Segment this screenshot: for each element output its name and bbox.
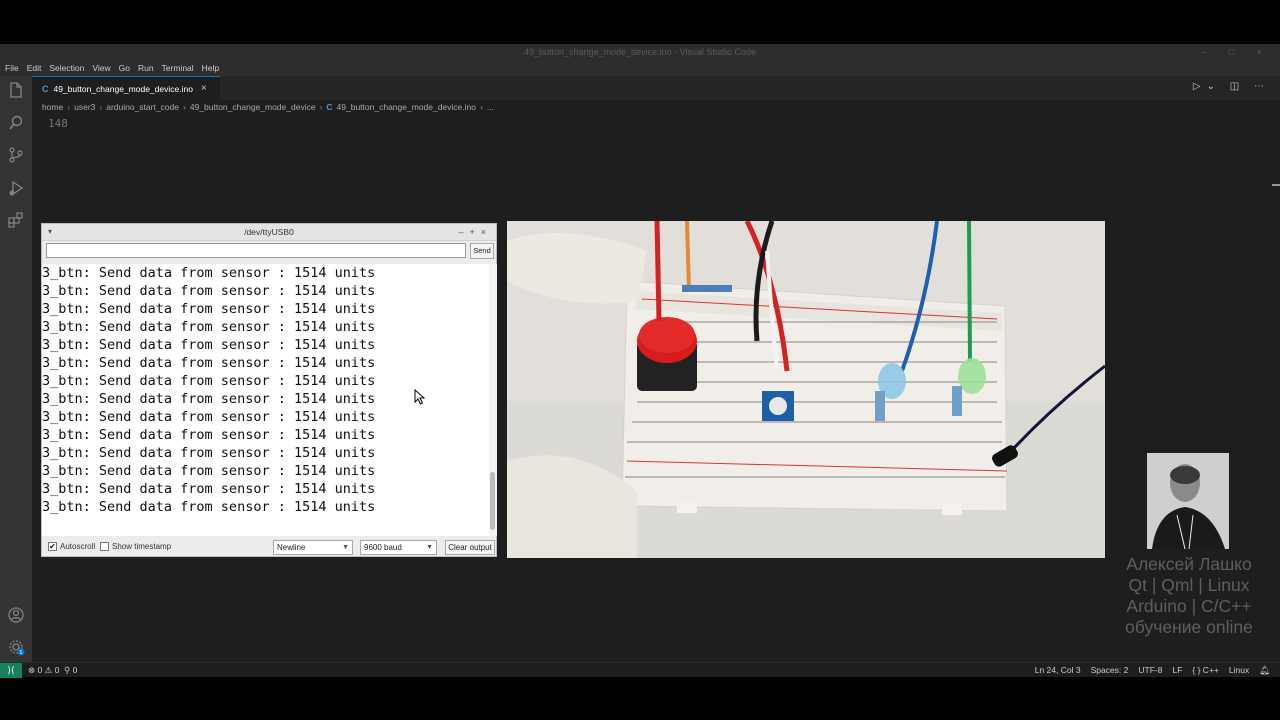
baud-rate-select[interactable]: 9600 baud ▼ xyxy=(360,540,437,555)
serial-output-line: 3_btn: Send data from sensor : 1514 unit… xyxy=(42,445,376,461)
editor-scrollbar[interactable] xyxy=(1272,184,1280,186)
brand-line-2: Qt | Qml | Linux xyxy=(1128,575,1250,595)
remote-icon[interactable]: ⟩⟨ xyxy=(0,663,22,678)
webcam-portrait xyxy=(1147,453,1229,549)
autoscroll-checkbox[interactable]: ✔ Autoscroll xyxy=(48,542,95,551)
indentation[interactable]: Spaces: 2 xyxy=(1091,665,1129,676)
bell-icon[interactable]: 🔔︎ xyxy=(1259,665,1270,676)
breadcrumb-file[interactable]: 49_button_change_mode_device.ino xyxy=(337,102,476,112)
menu-selection[interactable]: Selection xyxy=(49,63,84,73)
brand-line-3: Arduino | C/C++ xyxy=(1126,596,1252,616)
language-mode[interactable]: { } C++ xyxy=(1192,665,1218,676)
serial-output-line: 3_btn: Send data from sensor : 1514 unit… xyxy=(42,499,376,515)
send-button[interactable]: Send xyxy=(470,243,494,259)
serial-output-line: 3_btn: Send data from sensor : 1514 unit… xyxy=(42,319,376,335)
breadcrumb-arduino-start-code[interactable]: arduino_start_code xyxy=(106,102,179,112)
menu-run[interactable]: Run xyxy=(138,63,154,73)
serial-send-input[interactable] xyxy=(46,243,466,258)
extensions-icon[interactable] xyxy=(7,211,25,229)
serial-bottom-bar: ✔ Autoscroll Show timestamp Newline ▼ 96… xyxy=(42,537,496,557)
breadcrumb: home › user3 › arduino_start_code › 49_butt… xyxy=(42,102,494,112)
menu-go[interactable]: Go xyxy=(119,63,130,73)
breadcrumb-user3[interactable]: user3 xyxy=(74,102,95,112)
cpp-file-icon: C xyxy=(42,83,49,94)
tabs-bar: C 49_button_change_mode_device.ino × ▷⌄ … xyxy=(32,76,1280,100)
breadcrumb-ellipsis[interactable]: ... xyxy=(487,102,494,112)
autoscroll-label: Autoscroll xyxy=(60,542,96,551)
explorer-icon[interactable] xyxy=(7,81,25,99)
line-ending-select[interactable]: Newline ▼ xyxy=(273,540,353,555)
serial-title-bar: ▾ /dev/ttyUSB0 –+× xyxy=(42,224,496,241)
line-number: 148 xyxy=(48,117,68,130)
output-scrollbar[interactable] xyxy=(489,264,497,536)
serial-output-line: 3_btn: Send data from sensor : 1514 unit… xyxy=(42,265,376,281)
menu-edit[interactable]: Edit xyxy=(27,63,42,73)
serial-output-line: 3_btn: Send data from sensor : 1514 unit… xyxy=(42,481,376,497)
ports-count: 0 xyxy=(72,665,78,675)
baud-rate-value: 9600 baud xyxy=(364,543,402,552)
serial-window-controls[interactable]: –+× xyxy=(458,224,492,240)
menu-file[interactable]: File xyxy=(5,63,19,73)
serial-output-line: 3_btn: Send data from sensor : 1514 unit… xyxy=(42,463,376,479)
search-icon[interactable] xyxy=(7,114,25,132)
window-controls[interactable]: – □ × xyxy=(1201,44,1272,60)
serial-output-line: 3_btn: Send data from sensor : 1514 unit… xyxy=(42,373,376,389)
status-bar: ⟩⟨ ⊗ 0 ⚠ 0 ⚲ 0 Ln 24, Col 3 Spaces: 2 UT… xyxy=(0,662,1280,678)
serial-output-line: 3_btn: Send data from sensor : 1514 unit… xyxy=(42,301,376,317)
settings-gear-icon[interactable]: 1 xyxy=(7,638,25,656)
account-icon[interactable] xyxy=(7,606,25,624)
scrollbar-thumb[interactable] xyxy=(490,472,495,530)
clear-output-button[interactable]: Clear output xyxy=(445,540,495,555)
breadcrumb-home[interactable]: home xyxy=(42,102,63,112)
errors-count: 0 xyxy=(37,665,43,675)
problems-indicator[interactable]: ⊗ 0 ⚠ 0 ⚲ 0 xyxy=(28,665,77,676)
window-title: 49_button_change_mode_device.ino - Visua… xyxy=(523,47,756,57)
breadboard-photo xyxy=(507,221,1105,558)
timestamp-check-icon xyxy=(100,542,109,551)
status-right: Ln 24, Col 3 Spaces: 2 UTF-8 LF { } C++ … xyxy=(1035,665,1270,676)
tab-49-button-change-mode-device[interactable]: C 49_button_change_mode_device.ino × xyxy=(32,76,220,100)
brand-line-1: Алексей Лашко xyxy=(1126,554,1252,574)
brand-line-4: обучение online xyxy=(1125,617,1253,637)
serial-output-line: 3_btn: Send data from sensor : 1514 unit… xyxy=(42,409,376,425)
timestamp-checkbox[interactable]: Show timestamp xyxy=(100,542,171,551)
title-bar: 49_button_change_mode_device.ino - Visua… xyxy=(0,44,1280,60)
settings-badge: 1 xyxy=(19,650,22,656)
line-ending-value: Newline xyxy=(277,543,306,552)
breadcrumb-folder[interactable]: 49_button_change_mode_device xyxy=(190,102,316,112)
end-of-line[interactable]: LF xyxy=(1172,665,1182,676)
encoding[interactable]: UTF-8 xyxy=(1138,665,1162,676)
cursor-position[interactable]: Ln 24, Col 3 xyxy=(1035,665,1081,676)
timestamp-label: Show timestamp xyxy=(112,542,172,551)
autoscroll-check-icon: ✔ xyxy=(48,542,57,551)
serial-output-line: 3_btn: Send data from sensor : 1514 unit… xyxy=(42,337,376,353)
menu-help[interactable]: Help xyxy=(202,63,219,73)
menu-terminal[interactable]: Terminal xyxy=(162,63,194,73)
source-control-icon[interactable] xyxy=(7,146,25,164)
serial-monitor-window: ▾ /dev/ttyUSB0 –+× Send 3_btn: Send data… xyxy=(41,223,497,557)
serial-title: /dev/ttyUSB0 xyxy=(244,227,294,237)
menu-bar: File Edit Selection View Go Run Terminal… xyxy=(0,60,1280,76)
run-debug-icon[interactable] xyxy=(7,179,25,197)
chevron-down-icon: ▼ xyxy=(426,544,433,551)
menu-view[interactable]: View xyxy=(92,63,110,73)
serial-output-line: 3_btn: Send data from sensor : 1514 unit… xyxy=(42,283,376,299)
tab-label: 49_button_change_mode_device.ino xyxy=(53,83,193,94)
cpp-file-icon: C xyxy=(326,102,333,112)
serial-output-line: 3_btn: Send data from sensor : 1514 unit… xyxy=(42,427,376,443)
platform[interactable]: Linux xyxy=(1229,665,1249,676)
warnings-count: 0 xyxy=(54,665,60,675)
mouse-cursor-icon xyxy=(414,389,426,405)
editor-actions[interactable]: ▷⌄ ◫ ⋯ xyxy=(1193,81,1270,92)
collapse-icon[interactable]: ▾ xyxy=(48,224,52,240)
serial-output-line: 3_btn: Send data from sensor : 1514 unit… xyxy=(42,355,376,371)
activity-bar: 1 xyxy=(0,76,32,663)
channel-branding: Алексей Лашко Qt | Qml | Linux Arduino |… xyxy=(1110,554,1268,638)
chevron-down-icon: ▼ xyxy=(342,544,349,551)
close-icon[interactable]: × xyxy=(201,83,207,94)
